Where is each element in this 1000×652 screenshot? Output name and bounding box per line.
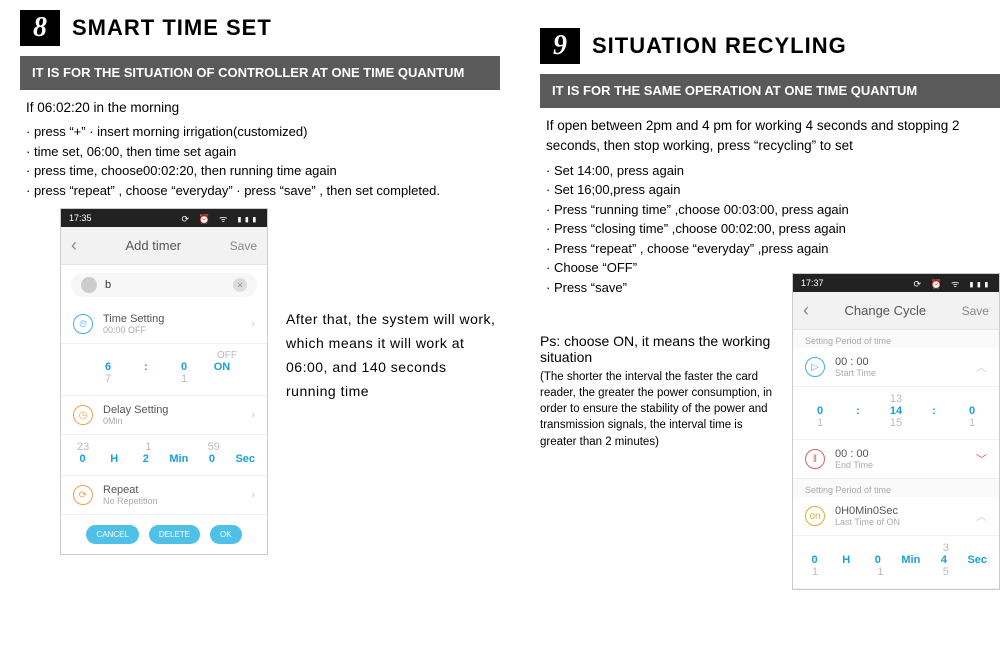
time-setting-label: Time Setting xyxy=(103,313,241,325)
chevron-down-icon xyxy=(976,451,987,467)
repeat-label: Repeat xyxy=(103,484,241,496)
end-time-label: End Time xyxy=(835,460,966,470)
last-on-row[interactable]: on 0H0Min0Sec Last Time of ON xyxy=(793,497,999,536)
step-number-badge: 8 xyxy=(20,10,60,46)
nav-title: Add timer xyxy=(126,238,182,253)
timer-icon: ◷ xyxy=(73,405,93,425)
step-number-badge: 9 xyxy=(540,28,580,64)
ok-button[interactable]: OK xyxy=(210,525,242,544)
ps-block: Ps: choose ON, it means the working situ… xyxy=(540,273,778,590)
step-header-9: 9 SITUATION RECYLING xyxy=(540,28,1000,64)
button-row: CANCEL DELETE OK xyxy=(61,515,267,554)
start-time-row[interactable]: ▷ 00 : 00 Start Time xyxy=(793,348,999,387)
phone-mock-change-cycle: 17:37 ⟳ ⏰ ᯤ ▮▮▮ ‹ Change Cycle Save Sett… xyxy=(792,273,1000,590)
pause-icon: ‖ xyxy=(805,449,825,469)
status-time: 17:35 xyxy=(69,213,92,223)
step-title: SMART TIME SET xyxy=(72,15,272,41)
bullet: press “repeat” , choose “everyday” · pre… xyxy=(26,181,500,201)
section-label-2: Setting Period of time xyxy=(793,479,999,497)
search-row[interactable]: b × xyxy=(71,273,257,297)
last-on-sub: Last Time of ON xyxy=(835,517,966,527)
last-on-label: 0H0Min0Sec xyxy=(835,505,966,517)
grey-banner-8: IT IS FOR THE SITUATION OF CONTROLLER AT… xyxy=(20,56,500,90)
start-time-label: Start Time xyxy=(835,368,966,378)
play-icon: ▷ xyxy=(805,357,825,377)
clock-icon: ⏲ xyxy=(73,314,93,334)
repeat-icon: ⟳ xyxy=(73,485,93,505)
section-label: Setting Period of time xyxy=(793,330,999,348)
bullet: Set 16;00,press again xyxy=(546,180,1000,200)
cancel-button[interactable]: CANCEL xyxy=(86,525,138,544)
back-icon[interactable]: ‹ xyxy=(71,235,77,256)
chevron-right-icon: › xyxy=(251,318,255,330)
statusbar: 17:37 ⟳ ⏰ ᯤ ▮▮▮ xyxy=(793,274,999,292)
time-setting-row[interactable]: ⏲ Time Setting 00:00 OFF › xyxy=(61,305,267,344)
bullet: Press “running time” ,choose 00:03:00, p… xyxy=(546,200,1000,220)
intro-text-8: If 06:02:20 in the morning xyxy=(26,98,500,118)
chevron-right-icon: › xyxy=(251,489,255,501)
delay-setting-sub: 0Min xyxy=(103,416,241,426)
ps-title: Ps: choose ON, it means the working situ… xyxy=(540,333,778,365)
step-header-8: 8 SMART TIME SET xyxy=(20,10,500,46)
grey-banner-9: IT IS FOR THE SAME OPERATION AT ONE TIME… xyxy=(540,74,1000,108)
start-picker[interactable]: 13 0 : 14 : 0 1 15 1 xyxy=(793,387,999,440)
bullet: time set, 06:00, then time set again xyxy=(26,142,500,162)
bullet: Set 14:00, press again xyxy=(546,161,1000,181)
navbar: ‹ Add timer Save xyxy=(61,227,267,265)
save-button[interactable]: Save xyxy=(230,239,257,253)
chevron-right-icon: › xyxy=(251,409,255,421)
section-8: 8 SMART TIME SET IT IS FOR THE SITUATION… xyxy=(20,10,500,620)
navbar: ‹ Change Cycle Save xyxy=(793,292,999,330)
on-label: ON xyxy=(211,361,233,373)
delay-setting-label: Delay Setting xyxy=(103,404,241,416)
status-icons: ⟳ ⏰ ᯤ ▮▮▮ xyxy=(914,277,991,290)
back-icon[interactable]: ‹ xyxy=(803,300,809,321)
step-title: SITUATION RECYLING xyxy=(592,33,847,59)
delay-picker[interactable]: 23 1 59 0 H 2 Min 0 Sec xyxy=(61,435,267,476)
bullet: press “+” · insert morning irrigation(cu… xyxy=(26,122,500,142)
tag-icon xyxy=(81,277,97,293)
time-setting-sub: 00:00 OFF xyxy=(103,325,241,335)
last-picker[interactable]: 3 0 H 0 Min 4 Sec 1 1 5 xyxy=(793,536,999,589)
phone-mock-add-timer: 17:35 ⟳ ⏰ ᯤ ▮▮▮ ‹ Add timer Save b × ⏲ T… xyxy=(60,208,268,555)
statusbar: 17:35 ⟳ ⏰ ᯤ ▮▮▮ xyxy=(61,209,267,227)
ps-subtext: (The shorter the interval the faster the… xyxy=(540,369,778,449)
end-time-value: 00 : 00 xyxy=(835,448,966,460)
chevron-up-icon xyxy=(976,508,987,524)
delay-setting-row[interactable]: ◷ Delay Setting 0Min › xyxy=(61,396,267,435)
intro-text-9: If open between 2pm and 4 pm for working… xyxy=(546,116,1000,157)
bullet: Press “closing time” ,choose 00:02:00, p… xyxy=(546,219,1000,239)
section-9: 9 SITUATION RECYLING IT IS FOR THE SAME … xyxy=(540,10,1000,620)
start-time-value: 00 : 00 xyxy=(835,356,966,368)
save-button[interactable]: Save xyxy=(962,304,989,318)
nav-title: Change Cycle xyxy=(844,303,926,318)
repeat-sub: No Repetition xyxy=(103,496,241,506)
bullet: press time, choose00:02:20, then running… xyxy=(26,161,500,181)
repeat-row[interactable]: ⟳ Repeat No Repetition › xyxy=(61,476,267,515)
status-icons: ⟳ ⏰ ᯤ ▮▮▮ xyxy=(182,212,259,225)
delete-button[interactable]: DELETE xyxy=(149,525,200,544)
time-picker[interactable]: OFF 6 : 0 ON 7 1 xyxy=(61,344,267,396)
bullet: Press “repeat” , choose “everyday” ,pres… xyxy=(546,239,1000,259)
chevron-up-icon xyxy=(976,359,987,375)
after-text: After that, the system will work, which … xyxy=(286,208,500,555)
end-time-row[interactable]: ‖ 00 : 00 End Time xyxy=(793,440,999,479)
search-text: b xyxy=(105,279,111,291)
status-time: 17:37 xyxy=(801,278,824,288)
off-label: OFF xyxy=(217,350,237,361)
on-icon: on xyxy=(805,506,825,526)
clear-icon[interactable]: × xyxy=(233,278,247,292)
